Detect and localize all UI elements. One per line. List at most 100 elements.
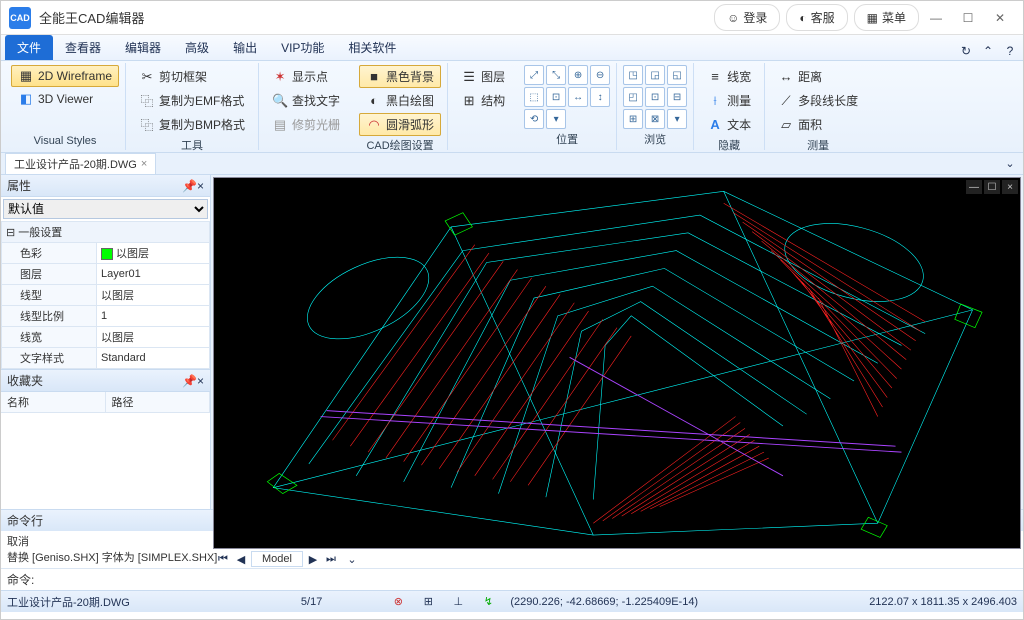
btn-text[interactable]: A文本 [700,113,758,136]
ribbon-refresh-icon[interactable]: ↻ [957,42,975,60]
btn-area[interactable]: ▱面积 [771,113,865,136]
vp-max-icon[interactable]: ☐ [984,180,1000,194]
prop-val[interactable]: Standard [97,348,210,369]
btn-find-text[interactable]: 🔍查找文字 [265,89,347,112]
btn-3d-viewer[interactable]: ◧3D Viewer [11,88,119,110]
btn-layers[interactable]: ☰图层 [454,65,512,88]
status-icon[interactable]: ⊗ [390,594,406,610]
ruler-icon: ⟊ [707,93,723,109]
vp-close-icon[interactable]: × [1002,180,1018,194]
btn-measure[interactable]: ⟊测量 [700,89,758,112]
tab-dropdown-icon[interactable]: ⌄ [1001,157,1019,170]
btn-copy-emf[interactable]: ⿻复制为EMF格式 [132,89,252,112]
properties-panel: 属性 📌 × 默认值 ⊟ 一般设置 色彩以图层 图层Layer01 线型以图层 … [1,175,210,369]
browse-btn[interactable]: ⊞ [623,109,643,129]
status-coords: (2290.226; -42.68669; -1.225409E-14) [510,596,698,608]
panel-close-icon[interactable]: × [197,179,204,193]
pos-btn[interactable]: ⊖ [590,65,610,85]
login-button[interactable]: ☺登录 [714,4,780,31]
browse-btn[interactable]: ⊟ [667,87,687,107]
prop-val[interactable]: 以图层 [97,327,210,348]
properties-selector[interactable]: 默认值 [3,199,208,219]
maximize-button[interactable]: ☐ [953,4,983,32]
prop-key: 色彩 [2,243,97,264]
copy-icon: ⿻ [139,93,155,109]
prop-val[interactable]: 1 [97,306,210,327]
model-tab[interactable]: Model [251,551,303,567]
pos-btn[interactable]: ⤢ [524,65,544,85]
btn-clip-frame[interactable]: ✂剪切框架 [132,65,252,88]
browse-btn[interactable]: ◳ [623,65,643,85]
prop-group[interactable]: ⊟ 一般设置 [2,222,210,243]
btn-copy-bmp[interactable]: ⿻复制为BMP格式 [132,113,252,136]
favorites-columns: 名称 路径 [1,392,210,413]
btn-polyline-length[interactable]: ⟋多段线长度 [771,89,865,112]
viewport-wrap: — ☐ × [211,175,1023,509]
panel-close-icon[interactable]: × [197,374,204,388]
model-last-icon[interactable]: ⏭ [323,553,339,566]
btn-black-bg[interactable]: ■黑色背景 [359,65,441,88]
document-tab[interactable]: 工业设计产品-20期.DWG × [5,153,156,174]
browse-btn[interactable]: ◰ [623,87,643,107]
btn-structure[interactable]: ⊞结构 [454,89,512,112]
pos-btn[interactable]: ▾ [546,109,566,129]
btn-bw-draw[interactable]: ◐黑白绘图 [359,89,441,112]
tab-advanced[interactable]: 高级 [173,35,221,60]
status-icon[interactable]: ↯ [480,594,496,610]
model-next-icon[interactable]: ▶ [305,553,321,566]
support-button[interactable]: ◐客服 [786,4,847,31]
browse-btn[interactable]: ⊠ [645,109,665,129]
btn-smooth-arc[interactable]: ◠圆滑弧形 [359,113,441,136]
model-prev-icon[interactable]: ◀ [233,553,249,566]
prop-val[interactable]: 以图层 [97,285,210,306]
pin-icon[interactable]: 📌 [182,179,197,193]
btn-2d-wireframe[interactable]: ▦2D Wireframe [11,65,119,87]
browse-btn[interactable]: ⊡ [645,87,665,107]
tab-editor[interactable]: 编辑器 [113,35,173,60]
pos-btn[interactable]: ↕ [590,87,610,107]
blackbg-icon: ■ [366,69,382,85]
tab-vip[interactable]: VIP功能 [269,35,336,60]
pos-btn[interactable]: ⬚ [524,87,544,107]
commandline-input[interactable] [34,573,1017,587]
prop-val[interactable]: 以图层 [97,243,210,264]
commandline-prompt: 命令: [7,571,34,588]
group-hide: ≡线宽 ⟊测量 A文本 隐藏 [694,63,765,150]
ribbon-tabs: 文件 查看器 编辑器 高级 输出 VIP功能 相关软件 ↻ ⌃ ? [1,35,1023,61]
menu-button[interactable]: ▦菜单 [854,4,919,31]
pos-btn[interactable]: ↔ [568,87,588,107]
pos-btn[interactable]: ⊡ [546,87,566,107]
pos-btn[interactable]: ⤡ [546,65,566,85]
btn-show-points[interactable]: ✶显示点 [265,65,347,88]
status-icon[interactable]: ⊞ [420,594,436,610]
viewport[interactable]: — ☐ × [213,177,1021,549]
tab-related[interactable]: 相关软件 [336,35,408,60]
tab-file[interactable]: 文件 [5,35,53,60]
ribbon-help-icon[interactable]: ? [1001,42,1019,60]
minimize-button[interactable]: — [921,4,951,32]
btn-trim-raster[interactable]: ▤修剪光栅 [265,113,347,136]
fav-col-path[interactable]: 路径 [106,392,211,412]
close-button[interactable]: ✕ [985,4,1015,32]
pos-btn[interactable]: ⟲ [524,109,544,129]
status-icon[interactable]: ⊥ [450,594,466,610]
pin-icon[interactable]: 📌 [182,374,197,388]
pos-btn[interactable]: ⊕ [568,65,588,85]
tab-viewer[interactable]: 查看器 [53,35,113,60]
close-tab-icon[interactable]: × [141,158,147,170]
favorites-header: 收藏夹 📌 × [1,370,210,392]
ribbon-collapse-icon[interactable]: ⌃ [979,42,997,60]
tab-output[interactable]: 输出 [221,35,269,60]
browse-btn[interactable]: ◱ [667,65,687,85]
btn-linewidth[interactable]: ≡线宽 [700,65,758,88]
prop-val[interactable]: Layer01 [97,264,210,285]
btn-distance[interactable]: ↔距离 [771,65,865,88]
browse-btn[interactable]: ◲ [645,65,665,85]
fav-col-name[interactable]: 名称 [1,392,106,412]
vp-min-icon[interactable]: — [966,180,982,194]
model-first-icon[interactable]: ⏮ [215,553,231,566]
cube-icon: ◧ [18,91,34,107]
left-panels: 属性 📌 × 默认值 ⊟ 一般设置 色彩以图层 图层Layer01 线型以图层 … [1,175,211,509]
model-dropdown-icon[interactable]: ⌄ [343,553,361,566]
browse-btn[interactable]: ▾ [667,109,687,129]
